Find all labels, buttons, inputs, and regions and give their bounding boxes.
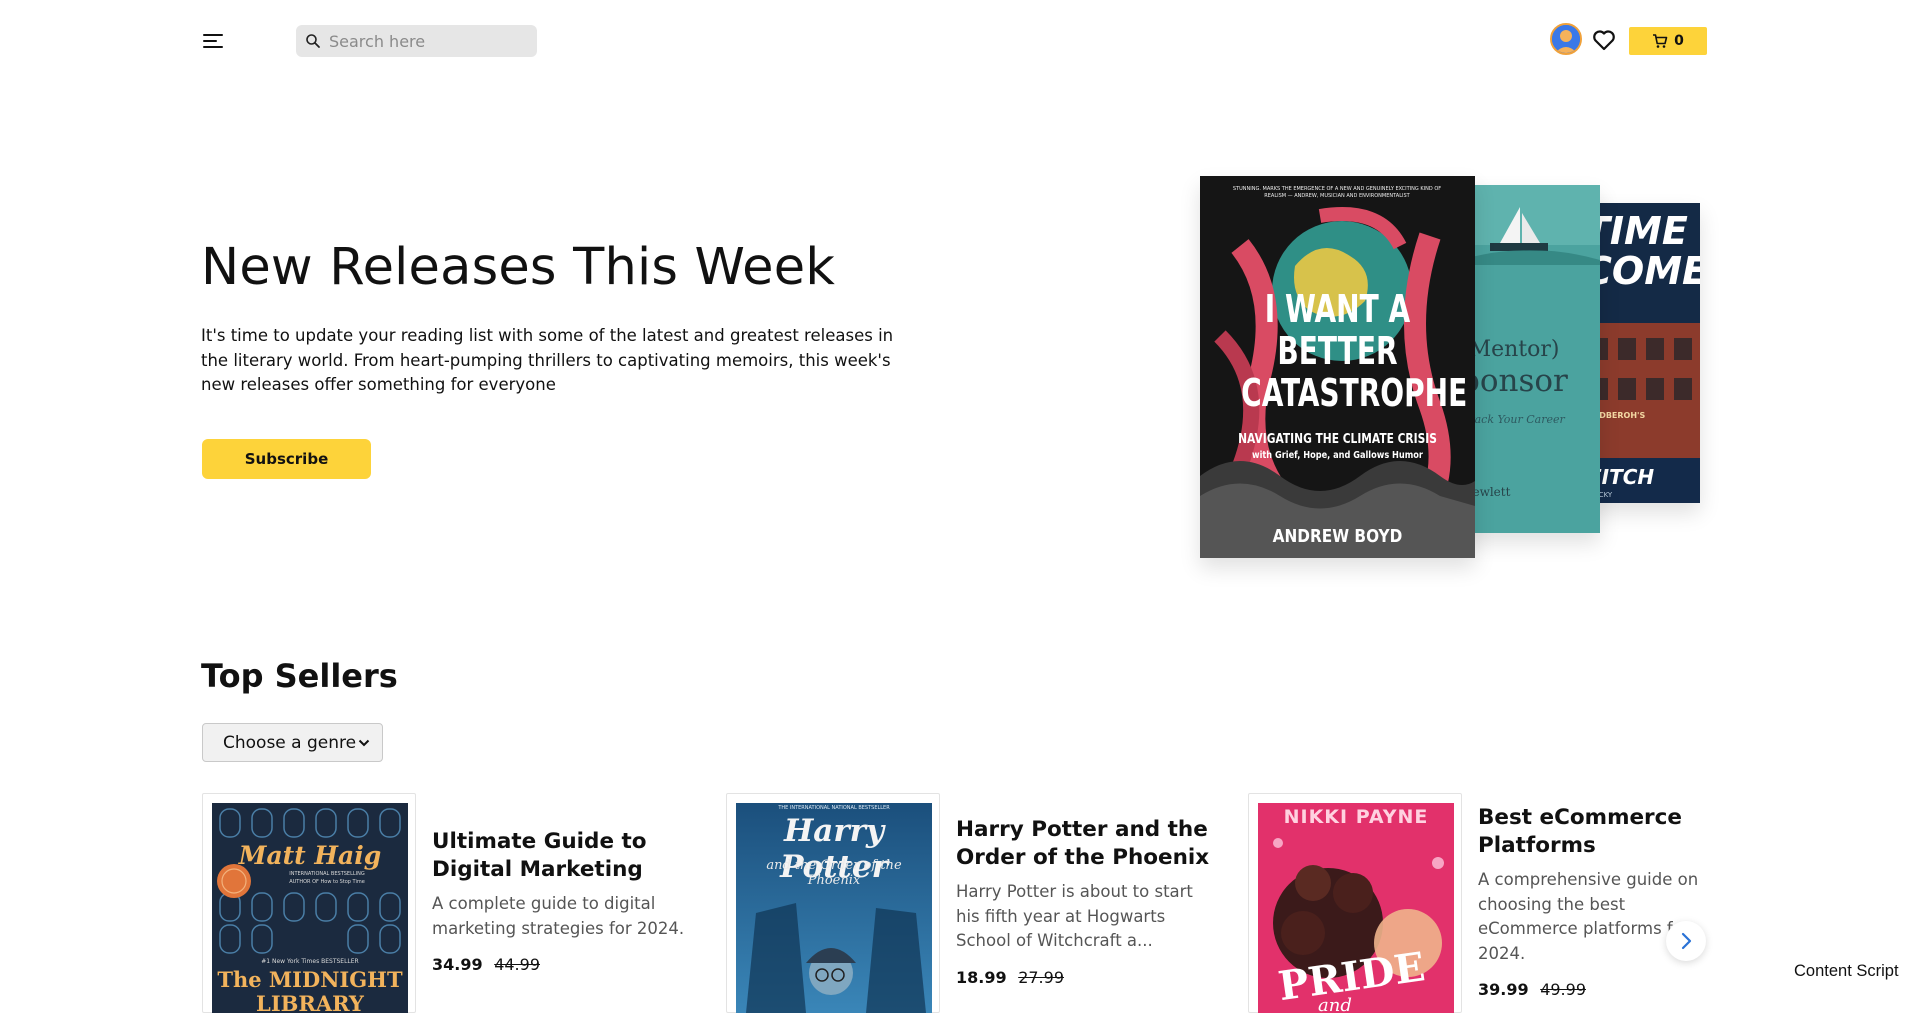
product-1-cover-title-1: The MIDNIGHT — [217, 967, 403, 992]
genre-select[interactable]: Choose a genre — [202, 723, 383, 762]
hero-book-stack: TIME COME UNDBEROH'S EITCH LUCKY (Mentor… — [1200, 170, 1700, 570]
hero-book-3-title-1: TIME — [1584, 209, 1688, 253]
hero-book-1-blurb: STUNNING. MARKS THE EMERGENCE OF A NEW A… — [1232, 186, 1442, 199]
hero-description: It's time to update your reading list wi… — [201, 326, 894, 394]
product-1-cover-author: Matt Haig — [238, 841, 382, 870]
hero-book-1-subtitle: NAVIGATING THE CLIMATE CRISIS — [1238, 432, 1437, 447]
hero-book-2-subtitle: Track Your Career — [1462, 413, 1565, 426]
product-title[interactable]: Best eCommerce Platforms — [1478, 804, 1718, 860]
product-cover-image[interactable]: Matt Haig INTERNATIONAL BESTSELLING AUTH… — [212, 803, 408, 1013]
cart-icon — [1653, 34, 1668, 48]
product-cover-frame: Matt Haig INTERNATIONAL BESTSELLING AUTH… — [202, 793, 416, 1013]
top-sellers-title: Top Sellers — [201, 657, 398, 695]
hero-book-1-author: ANDREW BOYD — [1272, 526, 1403, 547]
product-1-cover-line2: AUTHOR OF How to Stop Time — [289, 879, 365, 885]
product-old-price: 27.99 — [1018, 967, 1064, 987]
cart-count: 0 — [1674, 33, 1684, 49]
product-cover-frame: THE INTERNATIONAL NATIONAL BESTSELLER Ha… — [726, 793, 940, 1013]
avatar[interactable] — [1550, 23, 1582, 55]
product-1-cover-line1: INTERNATIONAL BESTSELLING — [289, 871, 365, 877]
chevron-down-icon — [358, 739, 370, 746]
menu-icon[interactable] — [201, 31, 225, 53]
user-avatar-icon — [1552, 25, 1580, 53]
subscribe-button[interactable]: Subscribe — [202, 439, 371, 479]
product-cover-image[interactable]: THE INTERNATIONAL NATIONAL BESTSELLER Ha… — [736, 803, 932, 1013]
product-2-cover-subtitle: and the Order of the Phoenix — [766, 858, 902, 888]
hero-book-2-title-2: ponsor — [1460, 363, 1568, 399]
product-old-price: 49.99 — [1540, 980, 1586, 999]
hero-book-1-tagline: with Grief, Hope, and Gallows Humor — [1252, 450, 1423, 461]
product-price-row: 39.99 49.99 — [1478, 980, 1718, 999]
product-description: A complete guide to digital marketing st… — [432, 894, 685, 938]
hero-book-cover-2[interactable]: (Mentor) ponsor Track Your Career Hewlet… — [1460, 185, 1600, 533]
cart-button[interactable]: 0 — [1629, 27, 1707, 55]
hero-title: New Releases This Week — [201, 238, 836, 297]
product-price-row: 34.99 44.99 — [432, 955, 692, 974]
content-script-label: Content Script — [1794, 962, 1899, 980]
product-1-cover-title-2: LIBRARY — [256, 991, 364, 1013]
search-input[interactable] — [327, 30, 527, 52]
hero-book-1-title: I WANT A BETTER CATASTROPHE — [1241, 287, 1468, 415]
product-price: 39.99 — [1478, 980, 1529, 999]
hero-book-3-title-2: COME — [1584, 249, 1700, 293]
product-3-cover-author: NIKKI PAYNE — [1283, 806, 1429, 828]
product-description: Harry Potter is about to start his fifth… — [956, 882, 1193, 950]
search-bar[interactable] — [296, 25, 537, 57]
product-3-cover-title-2: and — [1318, 995, 1352, 1013]
product-cover-image[interactable]: NIKKI PAYNE PRIDE and — [1258, 803, 1454, 1013]
hero-book-cover-1[interactable]: STUNNING. MARKS THE EMERGENCE OF A NEW A… — [1200, 176, 1475, 558]
product-1-cover-line3: #1 New York Times BESTSELLER — [261, 958, 359, 965]
product-price: 18.99 — [956, 967, 1007, 987]
product-old-price: 44.99 — [494, 955, 540, 974]
product-price-row: 18.99 27.99 — [956, 968, 1216, 987]
product-price: 34.99 — [432, 955, 483, 974]
product-2-cover-banner: THE INTERNATIONAL NATIONAL BESTSELLER — [778, 805, 890, 811]
chevron-right-icon — [1681, 932, 1692, 950]
heart-icon[interactable] — [1591, 27, 1617, 53]
product-title[interactable]: Ultimate Guide to Digital Marketing — [432, 828, 692, 884]
product-title[interactable]: Harry Potter and the Order of the Phoeni… — [956, 816, 1216, 872]
carousel-next-button[interactable] — [1666, 921, 1706, 961]
genre-select-value: Choose a genre — [223, 732, 357, 753]
search-icon — [306, 34, 320, 48]
product-cover-frame: NIKKI PAYNE PRIDE and — [1248, 793, 1462, 1013]
